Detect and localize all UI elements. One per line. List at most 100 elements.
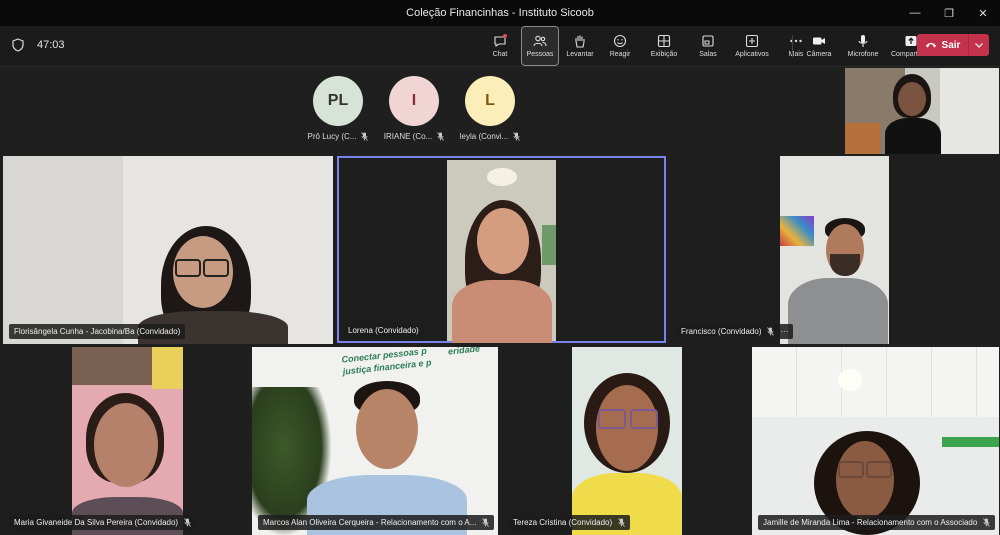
avatar-initials: I: [389, 76, 439, 126]
glasses: [630, 409, 658, 429]
glasses: [175, 259, 201, 277]
window-controls: — ❐ ✕: [898, 0, 1000, 26]
person-face: [94, 403, 158, 487]
camera-icon: [813, 37, 825, 45]
avatar-label: Prô Lucy (C...: [308, 132, 369, 141]
restore-button[interactable]: ❐: [932, 0, 966, 26]
person-face: [356, 389, 418, 469]
avatar-name: Prô Lucy (C...: [307, 132, 357, 141]
participant-nametag: Jamille de Miranda Lima - Relacionamento…: [758, 515, 996, 530]
participant-name: Marcos Alan Oliveira Cerqueira - Relacio…: [263, 518, 477, 527]
leave-button-group: Sair: [917, 34, 989, 56]
muted-mic-icon: [437, 132, 445, 141]
participant-avatars: PL Prô Lucy (C... I IRIANE (Co... L leyl…: [308, 76, 521, 141]
video-tile[interactable]: Jamille de Miranda Lima - Relacionamento…: [752, 347, 999, 535]
avatar-name: IRIANE (Co...: [383, 132, 433, 141]
wall-stripe: [942, 437, 999, 447]
avatar-initials: L: [465, 76, 515, 126]
apps-label: Aplicativos: [735, 51, 769, 58]
apps-icon: [745, 34, 759, 48]
people-icon: [533, 35, 547, 47]
participant-name: Maria Givaneide Da Silva Pereira (Convid…: [14, 518, 179, 527]
participant-avatar[interactable]: L leyla (Convi...: [460, 76, 521, 141]
person-face: [477, 208, 529, 274]
avatar-initials: PL: [313, 76, 363, 126]
react-icon: [613, 34, 627, 48]
glasses: [203, 259, 229, 277]
muted-mic-icon: [513, 132, 521, 141]
background-wall: [3, 156, 123, 344]
meeting-timer: 47:03: [37, 39, 65, 51]
person-body: [885, 118, 941, 154]
participant-video: [447, 160, 556, 343]
view-icon: [657, 34, 671, 48]
person-body: [788, 278, 888, 344]
chevron-down-icon: [975, 42, 983, 48]
react-label: Reagir: [609, 51, 631, 58]
microphone-label: Microfone: [847, 51, 879, 58]
avatar-label: IRIANE (Co...: [383, 132, 445, 141]
person-face: [836, 441, 894, 519]
participant-video: [780, 156, 889, 344]
glasses: [866, 461, 892, 478]
people-button[interactable]: Pessoas: [521, 26, 559, 66]
apps-button[interactable]: Aplicativos: [730, 27, 774, 65]
muted-mic-icon: [482, 518, 490, 527]
raise-hand-icon: [575, 35, 585, 48]
participant-name: Florisângela Cunha - Jacobina/Ba (Convid…: [14, 327, 181, 336]
video-tile[interactable]: Florisângela Cunha - Jacobina/Ba (Convid…: [3, 156, 333, 344]
wall-text: Conectar pessoas p justiça financeira e …: [341, 347, 432, 378]
chat-button[interactable]: Chat: [482, 27, 518, 65]
hang-up-icon: [925, 43, 936, 48]
microphone-button[interactable]: Microfone: [841, 27, 885, 65]
video-tile[interactable]: Conectar pessoas p justiça financeira e …: [252, 347, 498, 535]
self-view-video[interactable]: [845, 68, 999, 154]
meeting-controls: Chat Pessoas Levantar Reagir Exibição Sa…: [480, 26, 816, 66]
active-speaker-tile[interactable]: Lorena (Convidado): [337, 156, 666, 343]
background-artwork: [780, 216, 814, 246]
rooms-label: Salas: [699, 51, 717, 58]
shield-icon[interactable]: [12, 38, 24, 52]
view-label: Exibição: [650, 51, 678, 58]
ceiling-light: [487, 168, 517, 186]
muted-mic-icon: [618, 518, 625, 527]
participant-avatar[interactable]: PL Prô Lucy (C...: [308, 76, 369, 141]
camera-button[interactable]: Câmera: [801, 27, 837, 65]
participant-avatar[interactable]: I IRIANE (Co...: [384, 76, 445, 141]
share-icon: [905, 36, 917, 46]
meeting-toolbar: 47:03 Chat Pessoas Levantar Reagir Exibi…: [0, 26, 1000, 67]
device-controls: Câmera Microfone Compartilhar: [786, 26, 935, 66]
video-tile[interactable]: Tereza Cristina (Convidado): [502, 347, 748, 535]
camera-label: Câmera: [806, 51, 832, 58]
video-tile[interactable]: Francisco (Convidado) ···: [670, 156, 999, 344]
minimize-button[interactable]: —: [898, 0, 932, 26]
video-tile[interactable]: Maria Givaneide Da Silva Pereira (Convid…: [3, 347, 248, 535]
more-options-icon[interactable]: ···: [780, 327, 788, 336]
react-button[interactable]: Reagir: [602, 27, 638, 65]
view-button[interactable]: Exibição: [642, 27, 686, 65]
background-box: [845, 123, 880, 154]
raise-hand-label: Levantar: [566, 51, 594, 58]
close-button[interactable]: ✕: [966, 0, 1000, 26]
participant-name: Francisco (Convidado): [681, 327, 762, 336]
glasses: [838, 461, 864, 478]
muted-mic-icon: [184, 518, 191, 527]
muted-mic-icon: [767, 327, 775, 336]
leave-button[interactable]: Sair: [917, 40, 968, 51]
people-label: Pessoas: [526, 51, 554, 58]
window-title: Coleção Financinhas - Instituto Sicoob: [406, 7, 594, 19]
background-wall: [940, 68, 999, 154]
chat-label: Chat: [492, 51, 508, 58]
raise-hand-button[interactable]: Levantar: [562, 27, 598, 65]
background-object: [152, 347, 183, 389]
participant-name: Tereza Cristina (Convidado): [513, 518, 613, 527]
participant-nametag: Maria Givaneide Da Silva Pereira (Convid…: [9, 515, 197, 530]
participant-nametag: Francisco (Convidado) ···: [676, 324, 794, 339]
wall-text-line: eridade: [447, 347, 481, 357]
avatar-label: leyla (Convi...: [460, 132, 521, 141]
participant-name: Jamille de Miranda Lima - Relacionamento…: [763, 518, 978, 527]
toolbar-divider: [792, 35, 793, 57]
glasses: [598, 409, 626, 429]
leave-options-button[interactable]: [969, 42, 989, 48]
rooms-button[interactable]: Salas: [690, 27, 726, 65]
